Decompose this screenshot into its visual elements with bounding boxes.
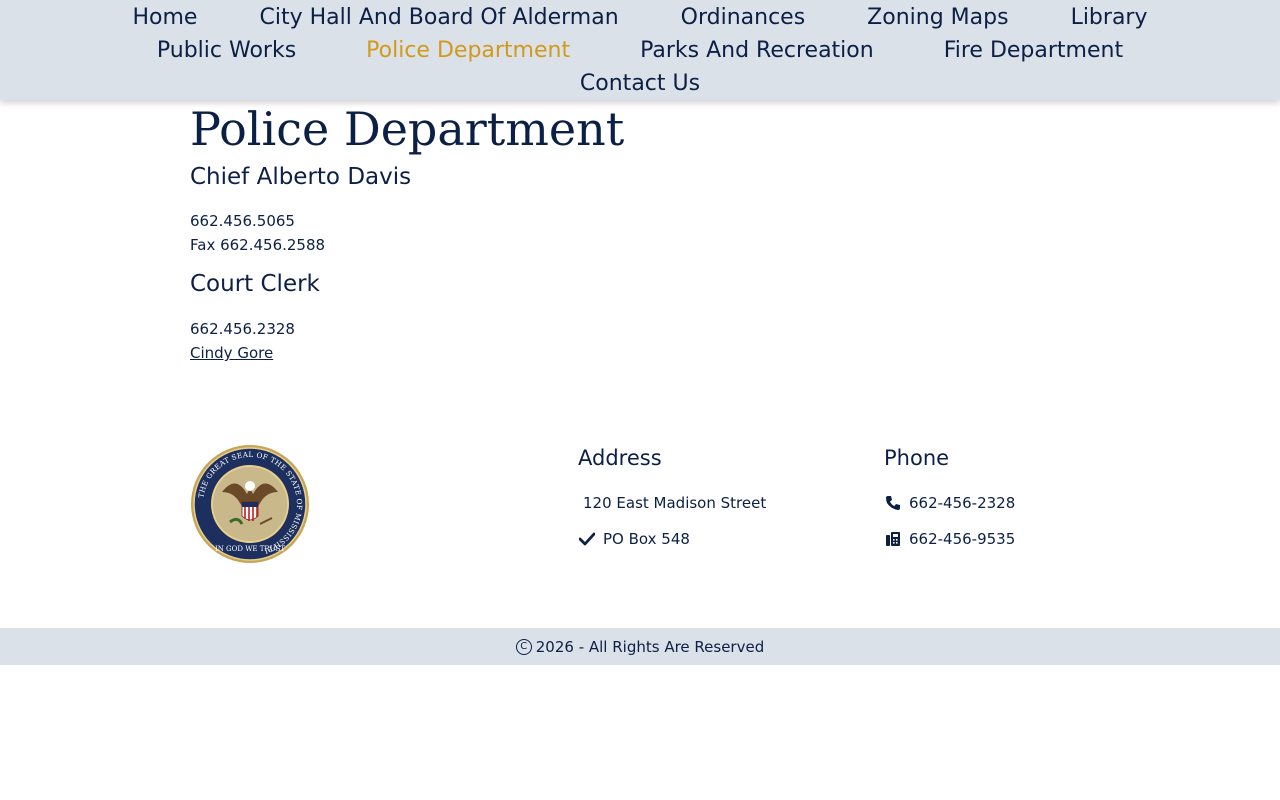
footer-address: Address 120 East Madison Street PO Box 5… bbox=[578, 446, 766, 548]
footer-phone-line: 662-456-2328 bbox=[884, 494, 1015, 512]
fax-icon bbox=[884, 530, 902, 548]
nav-row-1: Home City Hall And Board Of Alderman Ord… bbox=[0, 1, 1280, 34]
court-clerk-link[interactable]: Cindy Gore bbox=[190, 344, 273, 362]
page-title: Police Department bbox=[190, 102, 625, 156]
phone-icon bbox=[884, 494, 902, 512]
chief-fax: Fax 662.456.2588 bbox=[190, 236, 326, 254]
fax-text: 662-456-9535 bbox=[909, 530, 1016, 548]
court-clerk-name: Cindy Gore bbox=[190, 344, 273, 362]
phone-title: Phone bbox=[884, 446, 950, 470]
check-icon bbox=[578, 530, 596, 548]
nav-home[interactable]: Home bbox=[133, 5, 198, 30]
nav-city-hall[interactable]: City Hall And Board Of Alderman bbox=[259, 5, 618, 30]
copyright-text: 2026 - All Rights Are Reserved bbox=[535, 637, 765, 656]
seal-motto: IN GOD WE TRUST bbox=[215, 545, 285, 553]
address-po-box: PO Box 548 bbox=[578, 530, 690, 548]
po-box-text: PO Box 548 bbox=[603, 530, 690, 548]
seal-image: THE GREAT SEAL OF THE STATE OF MISSISSIP… bbox=[191, 445, 309, 563]
chief-heading: Chief Alberto Davis bbox=[190, 164, 412, 190]
copyright-bar: C 2026 - All Rights Are Reserved bbox=[0, 628, 1280, 665]
nav-fire-department[interactable]: Fire Department bbox=[944, 38, 1123, 63]
footer-fax-line: 662-456-9535 bbox=[884, 530, 1015, 548]
court-clerk-heading: Court Clerk bbox=[190, 271, 320, 297]
state-seal-logo: THE GREAT SEAL OF THE STATE OF MISSISSIP… bbox=[190, 444, 310, 564]
nav-library[interactable]: Library bbox=[1071, 5, 1148, 30]
copyright-icon: C bbox=[515, 638, 532, 655]
phone-link[interactable]: 662-456-2328 bbox=[909, 494, 1015, 512]
footer-phone: Phone 662-456-2328 662-456-9535 bbox=[884, 446, 1015, 548]
nav-row-2: Public Works Police Department Parks And… bbox=[0, 34, 1280, 67]
address-street: 120 East Madison Street bbox=[583, 494, 767, 512]
nav-police-department[interactable]: Police Department bbox=[366, 38, 570, 63]
nav-public-works[interactable]: Public Works bbox=[157, 38, 296, 63]
nav-row-3: Contact Us bbox=[0, 67, 1280, 100]
nav-parks-recreation[interactable]: Parks And Recreation bbox=[640, 38, 874, 63]
address-title: Address bbox=[578, 446, 662, 470]
main-navigation: Home City Hall And Board Of Alderman Ord… bbox=[0, 0, 1280, 100]
nav-contact-us[interactable]: Contact Us bbox=[580, 71, 700, 96]
nav-ordinances[interactable]: Ordinances bbox=[681, 5, 806, 30]
court-clerk-phone: 662.456.2328 bbox=[190, 320, 295, 338]
chief-phone: 662.456.5065 bbox=[190, 212, 295, 230]
nav-zoning-maps[interactable]: Zoning Maps bbox=[867, 5, 1008, 30]
